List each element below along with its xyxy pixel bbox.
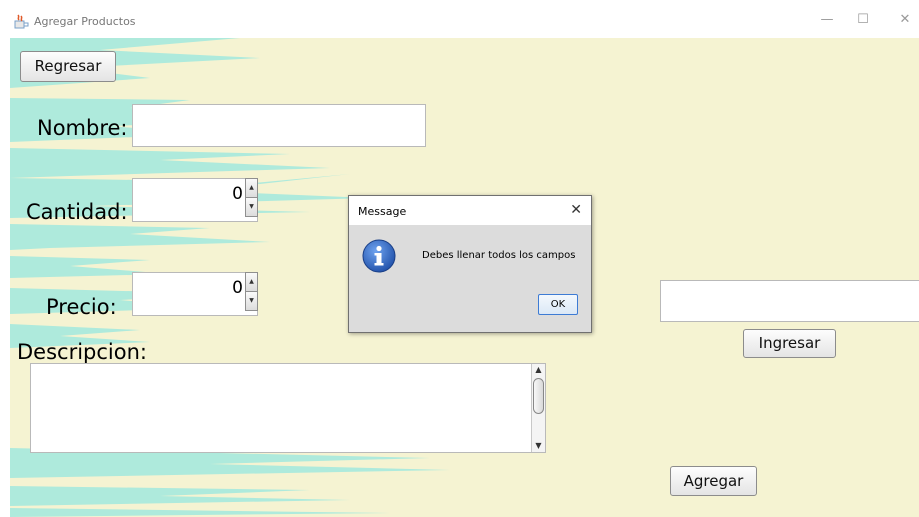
precio-label: Precio:	[46, 295, 117, 319]
nombre-input[interactable]	[132, 104, 426, 147]
cantidad-spinner[interactable]: 0 ▲ ▼	[132, 178, 258, 222]
agregar-button[interactable]: Agregar	[670, 466, 757, 496]
regresar-button[interactable]: Regresar	[20, 51, 116, 82]
descripcion-label: Descripcion:	[17, 340, 147, 364]
scroll-thumb[interactable]	[533, 378, 544, 414]
spinner-up-icon[interactable]: ▲	[245, 178, 258, 198]
cantidad-spinner-arrows: ▲ ▼	[245, 178, 258, 222]
scroll-down-icon[interactable]: ▼	[533, 440, 544, 452]
dialog-titlebar: Message ✕	[349, 196, 591, 225]
precio-spinner[interactable]: 0 ▲ ▼	[132, 272, 258, 316]
side-text-input[interactable]	[660, 280, 919, 322]
spinner-down-icon[interactable]: ▼	[245, 291, 258, 311]
java-app-icon	[14, 14, 29, 29]
message-dialog: Message ✕ Debes llenar todos los campos …	[348, 195, 592, 333]
precio-spinner-arrows: ▲ ▼	[245, 272, 258, 316]
cantidad-value: 0	[232, 184, 243, 204]
ingresar-button[interactable]: Ingresar	[743, 329, 836, 358]
spinner-down-icon[interactable]: ▼	[245, 197, 258, 217]
dialog-close-button[interactable]: ✕	[570, 202, 582, 218]
info-icon	[362, 239, 396, 273]
window-titlebar: Agregar Productos — ☐ ✕	[0, 0, 919, 38]
dialog-message: Debes llenar todos los campos	[422, 250, 576, 261]
dialog-body: Debes llenar todos los campos OK	[349, 225, 591, 332]
close-button[interactable]: ✕	[893, 10, 917, 30]
descripcion-textarea[interactable]: ▲ ▼	[30, 363, 546, 453]
minimize-button[interactable]: —	[815, 10, 839, 30]
scroll-up-icon[interactable]: ▲	[533, 364, 544, 376]
spinner-up-icon[interactable]: ▲	[245, 272, 258, 292]
dialog-title: Message	[358, 205, 407, 218]
maximize-button[interactable]: ☐	[851, 10, 875, 30]
descripcion-scrollbar[interactable]: ▲ ▼	[531, 364, 545, 452]
cantidad-label: Cantidad:	[26, 200, 128, 224]
nombre-label: Nombre:	[37, 116, 128, 140]
ok-button[interactable]: OK	[538, 294, 578, 315]
window-title: Agregar Productos	[34, 15, 136, 28]
precio-value: 0	[232, 278, 243, 298]
